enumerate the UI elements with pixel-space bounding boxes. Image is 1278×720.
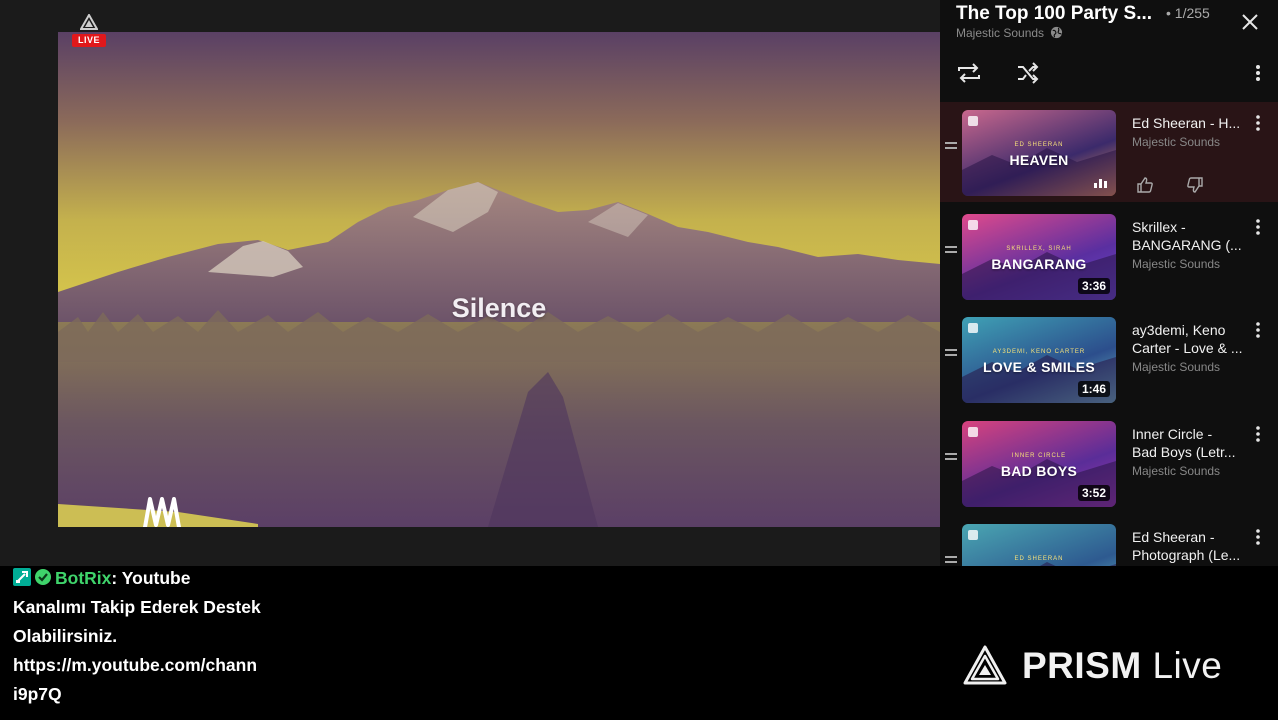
loop-icon[interactable] [956,62,982,84]
duration-badge: 3:52 [1077,485,1110,501]
playlist-item-title[interactable]: Inner Circle - Bad Boys (Letr... [1132,425,1248,461]
chat-message: BotRix: Youtube Kanalımı Takip Ederek De… [6,558,312,709]
more-vert-icon[interactable] [1252,218,1264,236]
thumbnail-badge-icon [968,220,978,230]
thumbnail-badge-icon [968,323,978,333]
playlist-item-thumbnail[interactable]: ED SHEERAN HEAVEN [962,110,1116,196]
drag-handle-icon[interactable] [945,349,957,357]
playlist-item[interactable]: SKRILLEX, SIRAH BANGARANG 3:36 Skrillex - BA… [940,206,1278,306]
playlist-item-title[interactable]: Ed Sheeran - H... [1132,114,1248,132]
globe-icon [1050,26,1063,39]
shuffle-icon[interactable] [1016,62,1040,84]
more-vert-icon[interactable] [1252,321,1264,339]
playlist-item-thumbnail[interactable]: INNER CIRCLE BAD BOYS 3:52 [962,421,1116,507]
playlist-item-info: Ed Sheeran - Photograph (Le... [1132,528,1248,564]
playlist-item-channel[interactable]: Majestic Sounds [1132,360,1248,374]
prism-wordmark-bold: PRISM [1022,645,1142,686]
playlist-item[interactable]: ED SHEERAN Ed Sheeran - Photograph (Le... [940,516,1278,566]
playlist-item-channel[interactable]: Majestic Sounds [1132,257,1248,271]
thumbnail-artist: ED SHEERAN [1014,556,1064,562]
chat-text-line-3: Olabilirsiniz. [13,626,118,646]
playlist-item-thumbnail[interactable]: ED SHEERAN [962,524,1116,566]
playlist-panel: The Top 100 Party S... • 1/255 Majestic … [940,0,1278,566]
chat-username[interactable]: BotRix [55,568,111,588]
more-vert-icon[interactable] [1252,425,1264,443]
drag-handle-icon[interactable] [945,556,957,564]
playlist-item-info: Skrillex - BANGARANG (... Majestic Sounds [1132,218,1248,271]
chat-text-line-5: i9p7Q [13,684,62,704]
playlist-item-title[interactable]: Skrillex - BANGARANG (... [1132,218,1248,254]
playlist-item-title[interactable]: Ed Sheeran - Photograph (Le... [1132,528,1248,564]
duration-badge: 3:36 [1077,278,1110,294]
thumbnail-artist: AY3DEMI, KENO CARTER [992,349,1086,355]
more-vert-icon[interactable] [1250,62,1266,84]
playlist-item-title-line-1: Inner Circle - [1132,426,1213,442]
playlist-item-title[interactable]: ay3demi, Keno Carter - Love & ... [1132,321,1248,357]
prism-live-wordmark: PRISM Live [1022,644,1222,688]
playlist-item-channel[interactable]: Majestic Sounds [1132,464,1248,478]
thumbnail-title: HEAVEN [1009,152,1069,168]
chat-line: BotRix: Youtube Kanalımı Takip Ederek De… [13,564,312,709]
video-player[interactable]: Silence [58,32,940,527]
thumbnail-artist: ED SHEERAN [1014,142,1064,148]
playlist-item-title-line-1: Ed Sheeran - [1132,529,1215,545]
duration-badge: 1:46 [1077,381,1110,397]
chat-text-line-2: Kanalımı Takip Ederek Destek [13,597,261,617]
live-badge: LIVE [72,34,106,47]
playlist-item-thumbnail[interactable]: SKRILLEX, SIRAH BANGARANG 3:36 [962,214,1116,300]
prism-wordmark-light: Live [1141,645,1223,686]
playlist-item-title-line-1: Skrillex - [1132,219,1186,235]
playlist-channel[interactable]: Majestic Sounds [956,26,1044,41]
stream-area: Silence LIVE The Top 100 Party S... • 1/… [0,0,1278,566]
playlist-item[interactable]: INNER CIRCLE BAD BOYS 3:52 Inner Circle - Ba… [940,413,1278,513]
moderator-badge-icon [13,568,31,586]
verified-bot-badge-icon [35,569,51,585]
playlist-item-title-line-2: BANGARANG (... [1132,237,1242,253]
playlist-item-info: Ed Sheeran - H... Majestic Sounds [1132,114,1248,149]
prism-live-logo: PRISM Live [962,642,1252,692]
now-playing-icon [1094,179,1107,188]
thumbnail-badge-icon [968,116,978,126]
close-icon[interactable] [1238,10,1262,34]
playlist-item-channel[interactable]: Majestic Sounds [1132,135,1248,149]
majestic-sounds-logo-icon [143,497,181,527]
chat-text-line-1: Youtube [117,568,191,588]
playlist-item-title-line-1: Ed Sheeran - H... [1132,115,1241,131]
playlist-item[interactable]: AY3DEMI, KENO CARTER LOVE & SMILES 1:46 ay3… [940,309,1278,409]
chat-text-line-4: https://m.youtube.com/chann [13,655,258,675]
thumbs-down-icon[interactable] [1186,176,1204,194]
playlist-item-title-line-2: Carter - Love & ... [1132,340,1243,356]
playlist-title[interactable]: The Top 100 Party S... [956,2,1160,26]
playlist-item-info: ay3demi, Keno Carter - Love & ... Majestic… [1132,321,1248,374]
prism-triangle-icon [80,14,98,30]
playlist-item-thumbnail[interactable]: AY3DEMI, KENO CARTER LOVE & SMILES 1:46 [962,317,1116,403]
playlist-item-title-line-1: ay3demi, Keno [1132,322,1226,338]
thumbnail-title: BAD BOYS [1000,463,1078,479]
playlist-item-title-line-2: Photograph (Le... [1132,547,1241,563]
thumbnail-artist: INNER CIRCLE [1011,453,1067,459]
playlist-item[interactable]: ED SHEERAN HEAVEN Ed Sheeran - H... Majesti… [940,102,1278,202]
thumbnail-title: BANGARANG [991,256,1087,272]
live-indicator: LIVE [72,14,106,48]
drag-handle-icon[interactable] [945,246,957,254]
more-vert-icon[interactable] [1252,528,1264,546]
video-title-overlay: Silence [451,293,547,323]
prism-triangle-icon [963,645,1007,685]
drag-handle-icon[interactable] [945,142,957,150]
thumbnail-title: LOVE & SMILES [982,359,1096,375]
thumbs-up-icon[interactable] [1136,176,1154,194]
drag-handle-icon[interactable] [945,453,957,461]
playlist-item-title-line-2: Bad Boys (Letr... [1132,444,1236,460]
playlist-item-info: Inner Circle - Bad Boys (Letr... Majestic … [1132,425,1248,478]
more-vert-icon[interactable] [1252,114,1264,132]
thumbnail-artist: SKRILLEX, SIRAH [1006,246,1072,252]
video-frame [58,32,940,527]
playlist-position: • 1/255 [1166,5,1210,21]
thumbnail-badge-icon [968,427,978,437]
thumbnail-badge-icon [968,530,978,540]
